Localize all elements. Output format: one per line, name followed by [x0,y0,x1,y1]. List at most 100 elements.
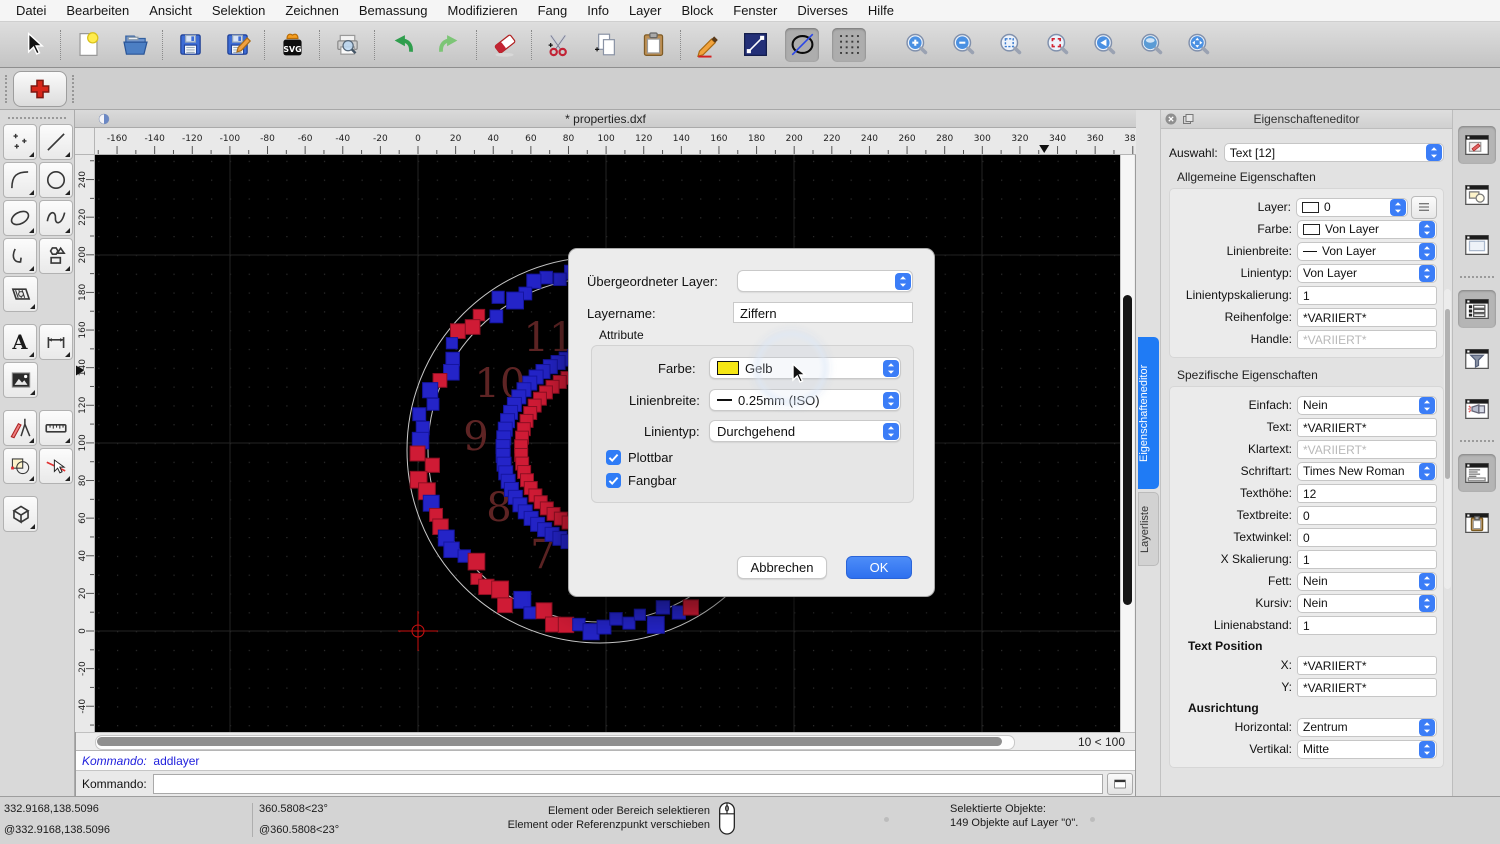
menu-block[interactable]: Block [671,0,723,21]
tool-hatch-button[interactable] [3,276,39,312]
checkbox-checked-icon[interactable] [606,473,621,488]
menu-diverses[interactable]: Diverses [787,0,858,21]
property-combo[interactable]: Nein [1297,593,1437,613]
property-editor-panel-toggle[interactable] [1457,126,1496,164]
zoom-window-button[interactable] [1134,28,1168,62]
menu-ansicht[interactable]: Ansicht [139,0,202,21]
canvas-vertical-scrollbar[interactable] [1120,155,1134,732]
property-combo[interactable]: Nein [1297,571,1437,591]
property-input[interactable]: *VARIIERT* [1297,655,1437,675]
side-tab-eigenschafteneditor[interactable]: Eigenschafteneditor [1138,337,1159,489]
grid-tool-button[interactable] [832,27,866,62]
snappable-checkbox[interactable]: Fangbar [606,473,676,488]
stepper-icon[interactable] [1419,462,1435,480]
plus-tool-button[interactable] [13,70,67,107]
panel-float-icon[interactable] [1182,113,1194,125]
svg-export-button[interactable]: SVG [275,28,309,62]
flashlight-panel-toggle[interactable] [1458,390,1496,428]
layer-menu-button[interactable] [1411,195,1437,219]
property-input[interactable]: 0 [1297,527,1437,547]
copy-button[interactable] [589,28,623,62]
palette-drag-handle[interactable] [8,117,66,119]
stepper-icon[interactable] [1419,220,1435,238]
property-input[interactable]: 1 [1297,615,1437,635]
property-input[interactable]: 12 [1297,483,1437,503]
property-combo[interactable]: Von Layer [1297,241,1437,261]
command-line-panel-toggle[interactable] [1457,454,1496,492]
tool-measure-button[interactable] [39,410,73,446]
tool-points-button[interactable] [3,124,37,160]
checkbox-checked-icon[interactable] [606,450,621,465]
filter-panel-toggle[interactable] [1458,340,1496,378]
property-combo[interactable]: Von Layer [1297,219,1437,239]
stepper-icon[interactable] [883,422,899,440]
pointer-button[interactable] [16,28,50,62]
side-tab-layerliste[interactable]: Layerliste [1138,492,1159,566]
menu-info[interactable]: Info [577,0,619,21]
list-panel-toggle[interactable] [1457,290,1496,328]
plottable-checkbox[interactable]: Plottbar [606,450,673,465]
property-combo[interactable]: Zentrum [1297,717,1437,737]
tool-circle-button[interactable] [39,162,73,198]
zoom-previous-button[interactable] [1087,28,1121,62]
vscroll-thumb[interactable] [1123,295,1132,605]
save-button[interactable] [173,28,207,62]
menu-modifizieren[interactable]: Modifizieren [438,0,528,21]
selection-combo[interactable]: Text [12] [1223,143,1444,162]
blank-panel-toggle[interactable] [1458,226,1496,264]
tool-drafting-button[interactable] [3,410,37,446]
stepper-icon[interactable] [895,272,911,290]
property-input[interactable]: *VARIIERT* [1297,307,1437,327]
menu-layer[interactable]: Layer [619,0,672,21]
menu-hilfe[interactable]: Hilfe [858,0,904,21]
menu-selektion[interactable]: Selektion [202,0,275,21]
tool-ellipse-button[interactable] [3,200,37,236]
save-as-button[interactable] [220,28,254,62]
new-file-button[interactable] [71,28,105,62]
menu-fang[interactable]: Fang [528,0,578,21]
parent-layer-combo[interactable] [737,270,913,292]
tool-shapes-button[interactable] [39,238,73,274]
paste-button[interactable] [636,28,670,62]
zoom-selection-button[interactable] [1040,28,1074,62]
property-input[interactable]: *VARIIERT* [1297,677,1437,697]
tool-image-button[interactable] [3,362,39,398]
command-panel-button[interactable] [1106,772,1133,795]
stepper-icon[interactable] [883,391,899,409]
tool-spline-button[interactable] [39,200,73,236]
undo-button[interactable] [385,28,419,62]
menu-bemassung[interactable]: Bemassung [349,0,438,21]
canvas-horizontal-scrollbar[interactable]: 10 < 100 [76,732,1135,750]
toolbar-drag-handle[interactable] [5,74,8,103]
ok-button[interactable]: OK [846,556,912,579]
command-input[interactable] [152,773,1103,794]
property-combo[interactable]: Mitte [1297,739,1437,759]
panel-close-icon[interactable] [1165,113,1177,125]
cut-button[interactable] [542,28,576,62]
tool-text-button[interactable]: A [3,324,37,360]
tool-arc-button[interactable] [3,162,37,198]
property-input[interactable]: 1 [1297,549,1437,569]
ellipse-tool-button[interactable] [785,27,819,62]
stepper-icon[interactable] [883,359,899,377]
property-input[interactable]: 0 [1297,505,1437,525]
zoom-pan-button[interactable] [1181,28,1215,62]
menu-bearbeiten[interactable]: Bearbeiten [56,0,139,21]
property-combo[interactable]: Times New Roman [1297,461,1437,481]
layer-list-panel-toggle[interactable] [1458,176,1496,214]
menu-fenster[interactable]: Fenster [723,0,787,21]
tool-line-button[interactable] [39,124,73,160]
clipboard-panel-toggle[interactable] [1458,504,1496,542]
property-combo[interactable]: 0 [1296,197,1408,217]
tool-polyline-button[interactable] [3,238,37,274]
tool-modify-button[interactable] [3,448,37,484]
open-folder-button[interactable] [118,28,152,62]
stepper-icon[interactable] [1419,718,1435,736]
zoom-in-button[interactable] [899,28,933,62]
pencil-button[interactable] [691,28,725,62]
property-combo[interactable]: Nein [1297,395,1437,415]
document-titlebar[interactable]: * properties.dxf [75,110,1136,128]
hscroll-thumb[interactable] [97,737,1002,746]
stepper-icon[interactable] [1390,198,1406,216]
tool-solid-button[interactable] [3,496,39,532]
